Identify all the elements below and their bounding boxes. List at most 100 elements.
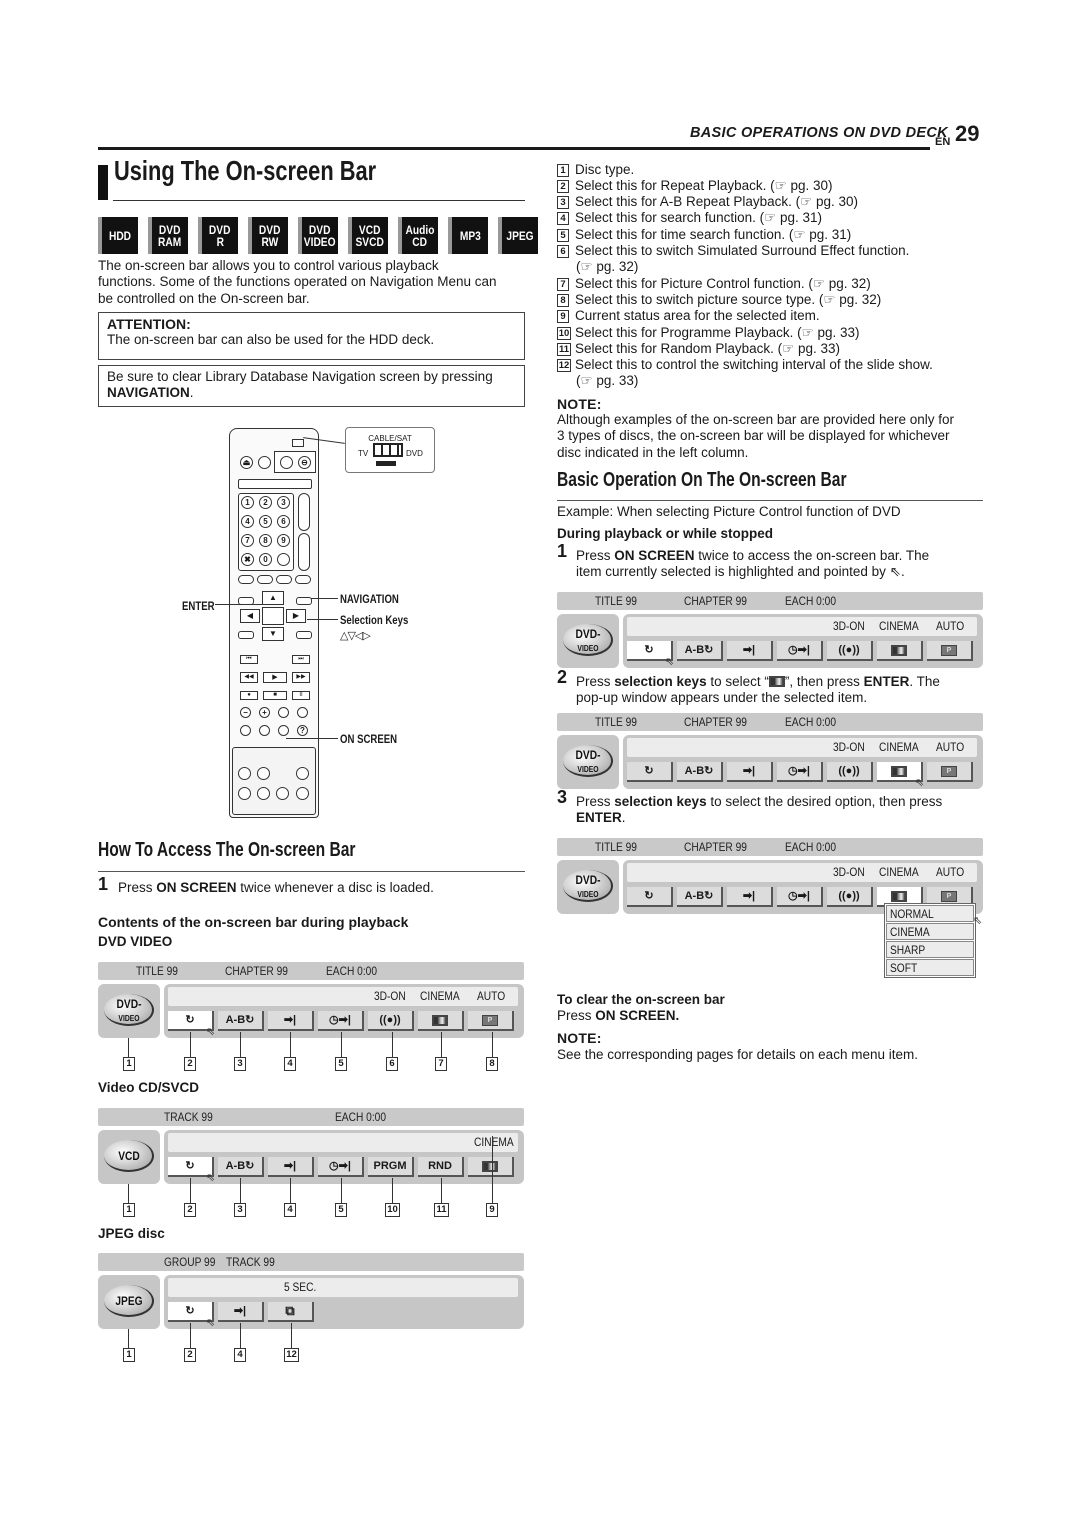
clear-text: Press ON SCREEN.	[557, 1008, 680, 1023]
picture-source-icon: P	[941, 765, 957, 777]
right-arrow-key: ▶	[286, 609, 306, 623]
num-key: 3	[277, 496, 290, 509]
search-button[interactable]: ➡|	[727, 887, 773, 907]
remote-control-illustration: ⏏ ⊖ 1 2 3 4 5 6 7 8 9 ✖ 0 ▲ ◀ ▶ ▼ ⏮ ⏭ ◀◀…	[229, 428, 319, 818]
switch-icon	[373, 443, 403, 457]
color-key	[276, 575, 292, 584]
on-screen-label: ON SCREEN	[340, 732, 398, 746]
picture-source-button[interactable]: P	[468, 1011, 514, 1031]
callout-10: 10	[385, 1203, 400, 1217]
popup-option-soft[interactable]: SOFT	[886, 959, 974, 976]
surround-button[interactable]: ((●))	[827, 641, 873, 661]
time-search-button[interactable]: ◷➡|	[777, 762, 823, 782]
cover-key	[296, 787, 309, 800]
surround-button[interactable]: ((●))	[368, 1011, 414, 1031]
ab-repeat-button[interactable]: A-B↻	[677, 762, 723, 782]
power-button: ⊖	[298, 456, 311, 469]
how-to-heading: How To Access The On-screen Bar	[98, 839, 356, 861]
time-search-button[interactable]: ◷➡|	[777, 641, 823, 661]
example-bar-step2: TITLE 99 CHAPTER 99 EACH 0:00 DVD- VIDEO 3D…	[557, 713, 983, 791]
step-number: 1	[557, 541, 568, 561]
badge-mp3: MP3	[448, 217, 488, 254]
badge-audio-cd: Audio CD	[398, 217, 438, 254]
num-key: 2	[259, 496, 272, 509]
attention-text: The on-screen bar can also be used for t…	[107, 332, 435, 348]
badge-dvd-rw: DVD RW	[248, 217, 288, 254]
color-key	[238, 575, 254, 584]
picture-source-icon: P	[482, 1014, 498, 1026]
selection-keys-glyphs: △▽◁▷	[340, 630, 371, 642]
disc-type-icon: DVD- VIDEO	[98, 984, 160, 1038]
forward-key	[297, 707, 308, 718]
program-button[interactable]: PRGM	[368, 1157, 414, 1177]
repeat-button[interactable]: ↻	[627, 762, 673, 782]
status-area: 3D-ON CINEMA AUTO	[168, 987, 518, 1006]
legend-item: 3 Select this for A-B Repeat Playback. (☞…	[557, 194, 858, 210]
dvd-onscreen-bar: TITLE 99 CHAPTER 99 EACH 0:00 DVD- VIDEO…	[98, 962, 524, 1074]
minus-key: −	[240, 707, 251, 718]
selection-keys-label: Selection Keys	[340, 613, 409, 627]
example-bar-step1: TITLE 99 CHAPTER 99 EACH 0:00 DVD- VIDEO 3D…	[557, 592, 983, 670]
picture-control-icon	[432, 1014, 448, 1026]
num-key: 9	[277, 534, 290, 547]
num-key: ✖	[241, 553, 254, 566]
note-heading: NOTE:	[557, 396, 602, 412]
repeat-button[interactable]: ↻	[627, 887, 673, 907]
ab-repeat-button[interactable]: A-B↻	[218, 1157, 264, 1177]
picture-control-icon	[482, 1160, 498, 1172]
search-button[interactable]: ➡|	[218, 1302, 264, 1322]
jpeg-onscreen-bar: GROUP 99 TRACK 99 JPEG 5 SEC. ↻ ➡| ⧉ ⇖ 1…	[98, 1253, 524, 1365]
notice-box: Be sure to clear Library Database Naviga…	[98, 365, 525, 407]
random-button[interactable]: RND	[418, 1157, 464, 1177]
ab-repeat-button[interactable]: A-B↻	[677, 641, 723, 661]
picture-control-button[interactable]	[468, 1157, 514, 1177]
vcd-onscreen-bar: TRACK 99 EACH 0:00 VCD CINEMA ↻ A-B↻ ➡| …	[98, 1108, 524, 1220]
time-search-button[interactable]: ◷➡|	[777, 887, 823, 907]
ab-repeat-button[interactable]: A-B↻	[677, 887, 723, 907]
picture-source-button[interactable]: P	[927, 641, 973, 661]
legend-item: 4 Select this for search function. (☞ pg.…	[557, 210, 822, 226]
picture-control-button[interactable]	[418, 1011, 464, 1031]
bar-main: CINEMA ↻ A-B↻ ➡| ◷➡| PRGM RND ⇖	[164, 1130, 524, 1184]
disc-type-icon: JPEG	[98, 1275, 160, 1329]
search-button[interactable]: ➡|	[268, 1157, 314, 1177]
callout-4: 4	[284, 1203, 296, 1217]
search-button[interactable]: ➡|	[268, 1011, 314, 1031]
example-text: Example: When selecting Picture Control …	[557, 504, 901, 519]
num-key: 1	[241, 496, 254, 509]
attention-heading: ATTENTION:	[107, 316, 191, 332]
cover-key	[238, 767, 251, 780]
bar-main: 5 SEC. ↻ ➡| ⧉ ⇖	[164, 1275, 524, 1329]
left-arrow-key: ◀	[240, 609, 260, 623]
during-playback-heading: During playback or while stopped	[557, 526, 774, 541]
cover-key	[238, 787, 251, 800]
plus-key: +	[259, 707, 270, 718]
attention-box: ATTENTION: The on-screen bar can also be…	[98, 312, 525, 360]
callout-3: 3	[234, 1057, 246, 1071]
time-search-button[interactable]: ◷➡|	[318, 1157, 364, 1177]
callout-2: 2	[184, 1348, 196, 1362]
search-button[interactable]: ➡|	[727, 641, 773, 661]
popup-option-cinema[interactable]: CINEMA	[886, 923, 974, 940]
surround-button[interactable]: ((●))	[827, 887, 873, 907]
time-search-button[interactable]: ◷➡|	[318, 1011, 364, 1031]
record-key: ●	[240, 691, 258, 700]
callout-3: 3	[234, 1203, 246, 1217]
color-key	[295, 575, 311, 584]
callout-4: 4	[234, 1348, 246, 1362]
flip-cover	[232, 747, 316, 815]
jpeg-label: JPEG disc	[98, 1226, 165, 1241]
slideshow-interval-button[interactable]: ⧉	[268, 1302, 314, 1322]
surround-button[interactable]: ((●))	[827, 762, 873, 782]
dvd-video-label: DVD VIDEO	[98, 934, 173, 949]
cursor-icon: ⇖	[206, 1172, 216, 1184]
picture-source-button[interactable]: P	[927, 762, 973, 782]
popup-option-sharp[interactable]: SHARP	[886, 941, 974, 958]
small-key	[238, 631, 254, 639]
num-key: 6	[277, 515, 290, 528]
picture-control-popup: NORMAL CINEMA SHARP SOFT	[884, 903, 976, 978]
ab-repeat-button[interactable]: A-B↻	[218, 1011, 264, 1031]
picture-control-button[interactable]	[877, 641, 923, 661]
search-button[interactable]: ➡|	[727, 762, 773, 782]
popup-option-normal[interactable]: NORMAL	[886, 905, 974, 922]
